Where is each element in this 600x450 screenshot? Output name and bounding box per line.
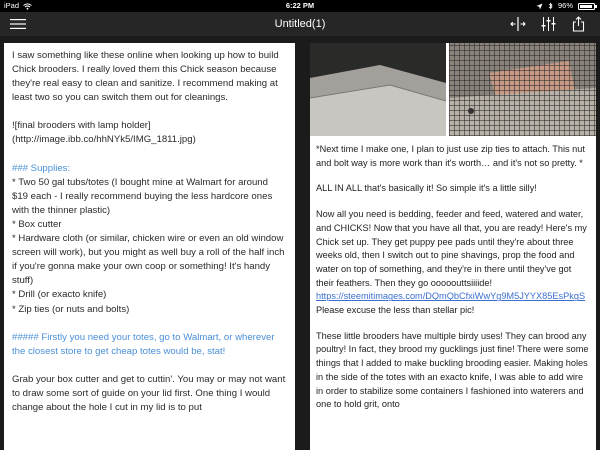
preview-excuse-text: Please excuse the less than stellar pic! [316,305,475,316]
markdown-preview: *Next time I make one, I plan to just us… [310,43,596,450]
supply-item: * Zip ties (or nuts and bolts) [12,303,130,315]
battery-icon [578,2,597,10]
preview-setup-text: Now all you need is bedding, feeder and … [316,209,587,288]
tote-lid-photo [310,43,446,136]
preview-photos [310,43,596,136]
status-bar: iPad 6:22 PM 96% [0,0,600,12]
battery-level-fill [580,4,592,8]
markdown-editor[interactable]: I saw something like these online when l… [4,43,295,450]
editor-image-markdown: ![final brooders with lamp holder] (http… [12,120,196,146]
sliders-icon[interactable] [540,16,556,32]
share-icon[interactable] [570,16,586,32]
supply-item: * Hardware cloth (or similar, chicken wi… [12,233,285,287]
preview-setup-paragraph: Now all you need is bedding, feeder and … [316,208,590,318]
status-right: 96% [536,0,597,12]
toolbar: Untitled(1) [0,12,600,36]
editor-paragraph-intro: I saw something like these online when l… [12,50,279,104]
bluetooth-icon [548,2,553,10]
status-time: 6:22 PM [285,1,315,10]
split-view-icon[interactable] [510,16,526,32]
supplies-heading: ### Supplies: [12,162,71,174]
supplies-section: ### Supplies: * Two 50 gal tubs/totes (I… [12,162,286,317]
preview-image-link[interactable]: https://steemitimages.com/DQmQbCfxiWwYg9… [316,291,585,301]
supply-item: * Drill (or exacto knife) [12,289,107,301]
location-arrow-icon [536,3,543,9]
editor-heading-totes: ##### Firstly you need your totes, go to… [12,331,275,357]
preview-caption: *Next time I make one, I plan to just us… [316,144,585,168]
battery-percent: 96% [557,1,573,10]
preview-body: *Next time I make one, I plan to just us… [310,136,596,412]
hardware-cloth-photo [449,43,596,136]
editor-paragraph-cutting: Grab your box cutter and get to cuttin'.… [12,373,286,413]
preview-all-in-all: ALL IN ALL that's basically it! So simpl… [316,183,537,194]
supply-item: * Two 50 gal tubs/totes (I bought mine a… [12,176,273,216]
preview-last-paragraph: These little brooders have multiple bird… [316,330,589,410]
supply-item: * Box cutter [12,218,62,230]
